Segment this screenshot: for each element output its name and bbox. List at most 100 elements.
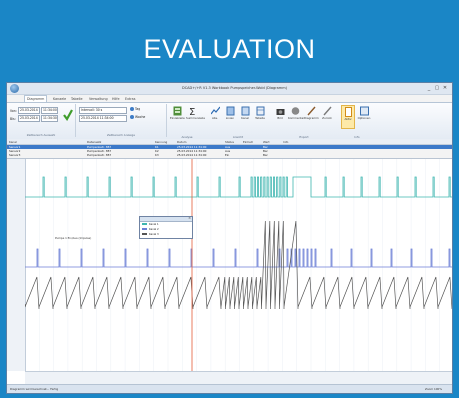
radio-icon bbox=[130, 107, 134, 111]
sigma-icon: Σ bbox=[189, 107, 195, 116]
comment-button[interactable]: Kommentar bbox=[288, 105, 304, 129]
window-icon bbox=[359, 106, 369, 116]
table-icon bbox=[256, 106, 264, 116]
from-label: Von: bbox=[10, 108, 17, 113]
start-field[interactable]: 25.03.2014 11:34:00 bbox=[79, 115, 127, 122]
cell-wert: Bar bbox=[263, 153, 268, 157]
from-date-field[interactable]: 25.03.2014 bbox=[17, 107, 40, 114]
banner-title: EVALUATION bbox=[143, 33, 316, 64]
week-option[interactable]: Woche bbox=[130, 115, 145, 119]
cell-kanal: Sensor3 bbox=[9, 153, 21, 157]
close-icon[interactable]: × bbox=[188, 216, 191, 220]
image-button[interactable]: Bild bbox=[273, 105, 287, 129]
col-datensatz[interactable]: Datensatz bbox=[87, 140, 101, 144]
zoom-group-label: Zeitbereich Anzeige bbox=[107, 133, 135, 137]
legend-label: Kanal 1 bbox=[149, 223, 159, 226]
window-titlebar: DCAD+/+R V1.3 Workbook Pumpspeicher-Wold… bbox=[7, 83, 452, 95]
options-label: Optionen bbox=[357, 116, 371, 120]
sum-row-label: Summenzeile bbox=[186, 116, 205, 120]
document-icon bbox=[344, 107, 352, 117]
lines-button[interactable]: Linien bbox=[223, 105, 237, 129]
time-range-group: Von: 25.03.2014 11:34:00 Bis: 25.03.2014… bbox=[7, 104, 76, 137]
lines-label: Linien bbox=[225, 116, 235, 120]
col-wert[interactable]: Wert bbox=[263, 140, 270, 144]
col-kennung[interactable]: Kennung bbox=[155, 140, 167, 144]
single-row-button[interactable]: Einzelzeile bbox=[170, 105, 185, 129]
table-label: Tabelle bbox=[255, 116, 265, 120]
col-einheit[interactable]: Einheit bbox=[243, 140, 253, 144]
interval-row: Intervall: 30 s bbox=[79, 107, 127, 114]
to-time-field[interactable]: 11:34:30 bbox=[40, 115, 58, 122]
col-info[interactable]: Info bbox=[283, 140, 288, 144]
cell-kennung: K3 bbox=[155, 153, 159, 157]
minimize-icon[interactable]: _ bbox=[425, 85, 433, 91]
channel-icon bbox=[241, 106, 249, 116]
tab-diagramm[interactable]: Diagramm bbox=[24, 95, 48, 102]
channel-button[interactable]: Kanal bbox=[238, 105, 252, 129]
cell-status: Ein bbox=[225, 153, 230, 157]
maximize-icon[interactable]: ▢ bbox=[433, 85, 441, 91]
channel-2-trace bbox=[25, 248, 452, 268]
application-window: DCAD+/+R V1.3 Workbook Pumpspeicher-Wold… bbox=[6, 82, 453, 394]
legend-swatch bbox=[142, 233, 147, 235]
sum-row-button[interactable]: Σ Summenzeile bbox=[186, 105, 205, 129]
table-button[interactable]: Tabelle bbox=[253, 105, 267, 129]
week-option-label: Woche bbox=[134, 115, 146, 119]
status-text: Diagramm wird berechnet... Fertig bbox=[10, 387, 59, 391]
app-menu-button[interactable] bbox=[10, 84, 19, 93]
legend-swatch bbox=[142, 228, 147, 230]
banner: EVALUATION bbox=[0, 0, 459, 80]
diagram-button[interactable]: Diagramm bbox=[304, 105, 319, 129]
options-button[interactable]: Optionen bbox=[357, 105, 371, 129]
col-datum[interactable]: Datum bbox=[177, 140, 186, 144]
to-label: Bis: bbox=[10, 116, 16, 121]
day-option-label: Tag bbox=[134, 107, 141, 111]
abs-label: Abs. bbox=[211, 116, 219, 120]
legend-popup[interactable]: × Kanal 1 Kanal 2 Kanal 3 bbox=[139, 216, 193, 239]
day-option[interactable]: Tag bbox=[130, 107, 140, 111]
y-axis-gutter bbox=[7, 159, 26, 371]
active-button[interactable]: Aktiv bbox=[341, 105, 355, 129]
signal-chart-panel[interactable] bbox=[7, 158, 453, 387]
col-kanal[interactable]: Kanal bbox=[9, 140, 17, 144]
chart-line-icon bbox=[210, 106, 220, 115]
to-date-field[interactable]: 25.03.2014 bbox=[17, 115, 40, 122]
to-row: Bis: 25.03.2014 11:34:30 bbox=[10, 115, 58, 122]
apply-check-icon[interactable] bbox=[63, 109, 73, 121]
list-row[interactable]: Sensor3 Pumpenbetr. 3B7 K3 25.03.2014 11… bbox=[7, 153, 452, 157]
legend-header: × bbox=[140, 216, 192, 222]
pen-icon bbox=[306, 106, 316, 116]
col-status[interactable]: Status bbox=[225, 140, 234, 144]
close-icon[interactable]: ✕ bbox=[441, 85, 449, 91]
channel-1-trace bbox=[25, 176, 452, 198]
pencil-icon bbox=[322, 106, 332, 116]
page-frame: EVALUATION DCAD+/+R V1.3 Workbook Pumpsp… bbox=[0, 0, 459, 398]
time-group-label: Zeitbereich Auswahl bbox=[26, 133, 56, 137]
single-row-label: Einzelzeile bbox=[170, 116, 185, 120]
interval-field[interactable]: Intervall: 30 s bbox=[79, 107, 127, 114]
ribbon-tabs: Diagramm Kanaele Tabelle Verwaltung Hilf… bbox=[7, 95, 452, 102]
cell-datensatz: Pumpenbetr. 3B7 bbox=[87, 153, 112, 157]
channel-3-trace bbox=[25, 220, 452, 310]
zoom-level: Zoom 100% bbox=[425, 387, 442, 391]
diagram-label: Diagramm bbox=[304, 116, 319, 120]
zoom-group: Intervall: 30 s 25.03.2014 11:34:00 Tag … bbox=[76, 104, 167, 137]
channel-label: Kanal bbox=[241, 116, 249, 120]
legend-item: Kanal 3 bbox=[140, 232, 192, 237]
grid-icon bbox=[173, 106, 181, 116]
window-title: DCAD+/+R V1.3 Workbook Pumpspeicher-Wold… bbox=[182, 86, 287, 90]
radio-icon bbox=[130, 115, 134, 119]
legend-label: Kanal 3 bbox=[149, 233, 159, 236]
signal-plot[interactable] bbox=[25, 159, 453, 371]
active-label: Aktiv bbox=[344, 117, 352, 121]
status-bar: Diagramm wird berechnet... Fertig Zoom 1… bbox=[7, 384, 452, 393]
camera-icon bbox=[276, 109, 284, 115]
cell-datum: 25.03.2014 11:34:00 bbox=[177, 153, 207, 157]
back-label: Zurück bbox=[322, 116, 332, 120]
from-row: Von: 25.03.2014 11:34:00 bbox=[10, 107, 58, 114]
image-label: Bild bbox=[277, 116, 283, 120]
from-time-field[interactable]: 11:34:00 bbox=[40, 107, 58, 114]
legend-label: Kanal 2 bbox=[149, 228, 159, 231]
back-button[interactable]: Zurück bbox=[320, 105, 334, 129]
abs-button[interactable]: Abs. bbox=[208, 105, 222, 129]
